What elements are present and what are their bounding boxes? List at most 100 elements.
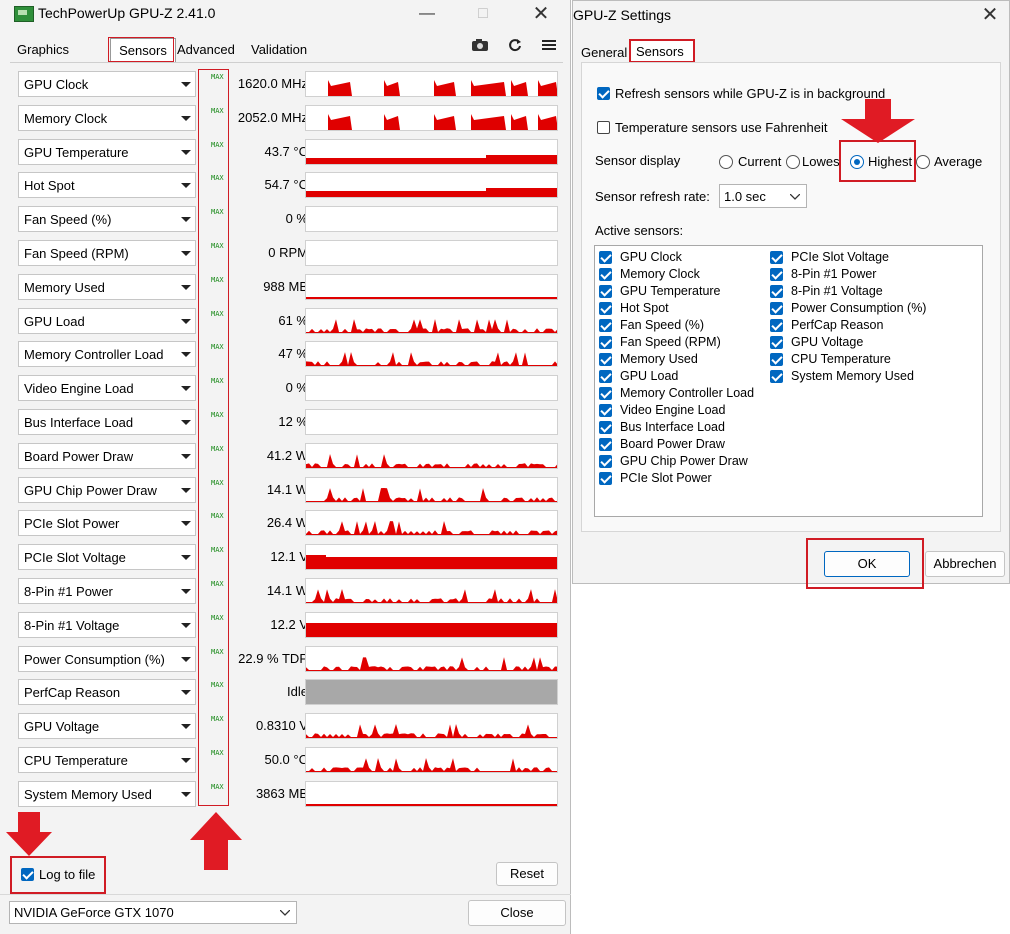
sensor-select[interactable]: Fan Speed (%) — [18, 206, 196, 233]
sensor-select[interactable]: Board Power Draw — [18, 442, 196, 469]
active-sensor-checkbox[interactable] — [599, 404, 612, 417]
active-sensor-checkbox[interactable] — [770, 319, 783, 332]
active-sensor-checkbox[interactable] — [599, 251, 612, 264]
active-sensor-checkbox[interactable] — [599, 421, 612, 434]
active-sensor-checkbox[interactable] — [599, 438, 612, 451]
sensor-select[interactable]: CPU Temperature — [18, 747, 196, 773]
sensor-select[interactable]: Hot Spot — [18, 172, 196, 199]
active-sensor-checkbox[interactable] — [770, 285, 783, 298]
sensor-select[interactable]: PCIe Slot Power — [18, 510, 196, 537]
active-sensor-checkbox[interactable] — [599, 455, 612, 468]
active-sensor-label: PerfCap Reason — [791, 318, 884, 332]
settings-sensors-tab-highlight — [629, 39, 695, 63]
sensor-graph — [305, 645, 558, 672]
active-sensor-checkbox[interactable] — [599, 302, 612, 315]
sensor-value: 12.1 V — [270, 549, 308, 565]
log-to-file-checkbox[interactable] — [21, 868, 34, 881]
sensor-select[interactable]: GPU Chip Power Draw — [18, 476, 196, 503]
sensor-select[interactable]: PCIe Slot Voltage — [18, 544, 196, 571]
radio-average[interactable] — [916, 155, 930, 169]
active-sensor-checkbox[interactable] — [599, 319, 612, 332]
radio-lowest[interactable] — [786, 155, 800, 169]
settings-close-icon[interactable]: ✕ — [979, 5, 1001, 25]
sensor-graph — [305, 611, 558, 638]
tab-validation[interactable]: Validation — [249, 38, 309, 62]
sensor-select[interactable]: 8-Pin #1 Power — [18, 578, 196, 604]
sensor-graph — [305, 578, 558, 604]
active-sensor-label: Memory Controller Load — [620, 386, 755, 400]
active-sensor-checkbox[interactable] — [599, 472, 612, 485]
gpuz-main-window: TechPowerUp GPU-Z 2.41.0 — □ ✕ Graphics … — [0, 0, 571, 934]
sensor-select[interactable]: GPU Load — [18, 307, 196, 334]
sensor-graph — [305, 104, 558, 131]
sensor-select[interactable]: System Memory Used — [18, 780, 196, 807]
active-sensor-checkbox[interactable] — [770, 353, 783, 366]
active-sensor-checkbox[interactable] — [599, 336, 612, 349]
sensor-select[interactable]: Bus Interface Load — [18, 409, 196, 435]
camera-icon[interactable] — [470, 38, 490, 54]
sensor-label: Video Engine Load — [24, 381, 134, 397]
close-button[interactable]: Close — [468, 900, 566, 926]
sensor-select[interactable]: PerfCap Reason — [18, 679, 196, 706]
active-sensor-checkbox[interactable] — [770, 302, 783, 315]
active-sensor-label: Power Consumption (%) — [791, 301, 927, 315]
sensor-label: Power Consumption (%) — [24, 651, 165, 667]
active-sensor-checkbox[interactable] — [599, 370, 612, 383]
sensor-select[interactable]: Memory Used — [18, 273, 196, 300]
active-sensor-checkbox[interactable] — [599, 268, 612, 281]
active-sensor-checkbox[interactable] — [599, 387, 612, 400]
maximize-icon[interactable]: □ — [472, 4, 494, 24]
sensor-row: 8-Pin #1 Power MAX 14.1 W — [18, 578, 558, 606]
active-sensor-checkbox[interactable] — [770, 268, 783, 281]
sensor-select[interactable]: Memory Controller Load — [18, 341, 196, 368]
settings-tab-general[interactable]: General — [581, 45, 627, 60]
sensor-select[interactable]: Power Consumption (%) — [18, 645, 196, 672]
tab-advanced[interactable]: Advanced — [175, 38, 237, 62]
radio-current[interactable] — [719, 155, 733, 169]
dropdown-arrow-icon — [181, 724, 191, 730]
dropdown-arrow-icon — [181, 487, 191, 493]
sensor-value: 12.2 V — [270, 616, 308, 632]
sensor-row: PCIe Slot Voltage MAX 12.1 V — [18, 544, 558, 572]
sensor-row: Board Power Draw MAX 41.2 W — [18, 442, 558, 471]
close-icon[interactable]: ✕ — [530, 4, 552, 24]
sensor-value: 50.0 °C — [264, 752, 308, 767]
active-sensor-checkbox[interactable] — [770, 336, 783, 349]
active-sensor-label: GPU Voltage — [791, 335, 864, 349]
refresh-rate-select[interactable]: 1.0 sec — [719, 184, 807, 208]
active-sensor-checkbox[interactable] — [770, 251, 783, 264]
menu-icon[interactable] — [539, 38, 559, 54]
sensors-panel: GPU Clock MAX 1620.0 MHz Memory Clock MAX 205… — [10, 62, 563, 843]
sensor-row: Memory Used MAX 988 MB — [18, 273, 558, 302]
tab-graphics-card[interactable]: Graphics Card — [15, 38, 71, 81]
cancel-button[interactable]: Abbrechen — [925, 551, 1005, 577]
sensor-select[interactable]: GPU Temperature — [18, 138, 196, 165]
sensor-select[interactable]: GPU Voltage — [18, 713, 196, 740]
refresh-icon[interactable] — [505, 38, 525, 54]
chevron-down-icon — [280, 910, 290, 916]
active-sensor-checkbox[interactable] — [599, 285, 612, 298]
sensor-select[interactable]: Memory Clock — [18, 104, 196, 131]
minimize-icon[interactable]: — — [416, 4, 438, 24]
active-sensor-checkbox[interactable] — [770, 370, 783, 383]
highest-option-highlight — [839, 140, 916, 182]
sensor-value: 61 % — [278, 312, 308, 328]
sensor-select[interactable]: Video Engine Load — [18, 375, 196, 402]
reset-button[interactable]: Reset — [496, 862, 558, 886]
sensor-graph — [305, 375, 558, 402]
footer-divider — [0, 894, 571, 895]
sensor-select[interactable]: GPU Clock — [18, 71, 196, 97]
sensor-row: Bus Interface Load MAX 12 % — [18, 409, 558, 437]
sensor-graph — [305, 679, 558, 706]
refresh-background-checkbox[interactable] — [597, 87, 610, 100]
sensor-select[interactable]: Fan Speed (RPM) — [18, 240, 196, 266]
active-sensor-label: Memory Clock — [620, 267, 700, 281]
active-sensor-label: GPU Chip Power Draw — [620, 454, 748, 468]
dropdown-arrow-icon — [181, 656, 191, 662]
sensor-label: Fan Speed (RPM) — [24, 246, 129, 261]
ok-button[interactable]: OK — [824, 551, 910, 577]
fahrenheit-checkbox[interactable] — [597, 121, 610, 134]
gpu-select[interactable]: NVIDIA GeForce GTX 1070 — [9, 901, 297, 924]
sensor-select[interactable]: 8-Pin #1 Voltage — [18, 611, 196, 638]
active-sensor-checkbox[interactable] — [599, 353, 612, 366]
